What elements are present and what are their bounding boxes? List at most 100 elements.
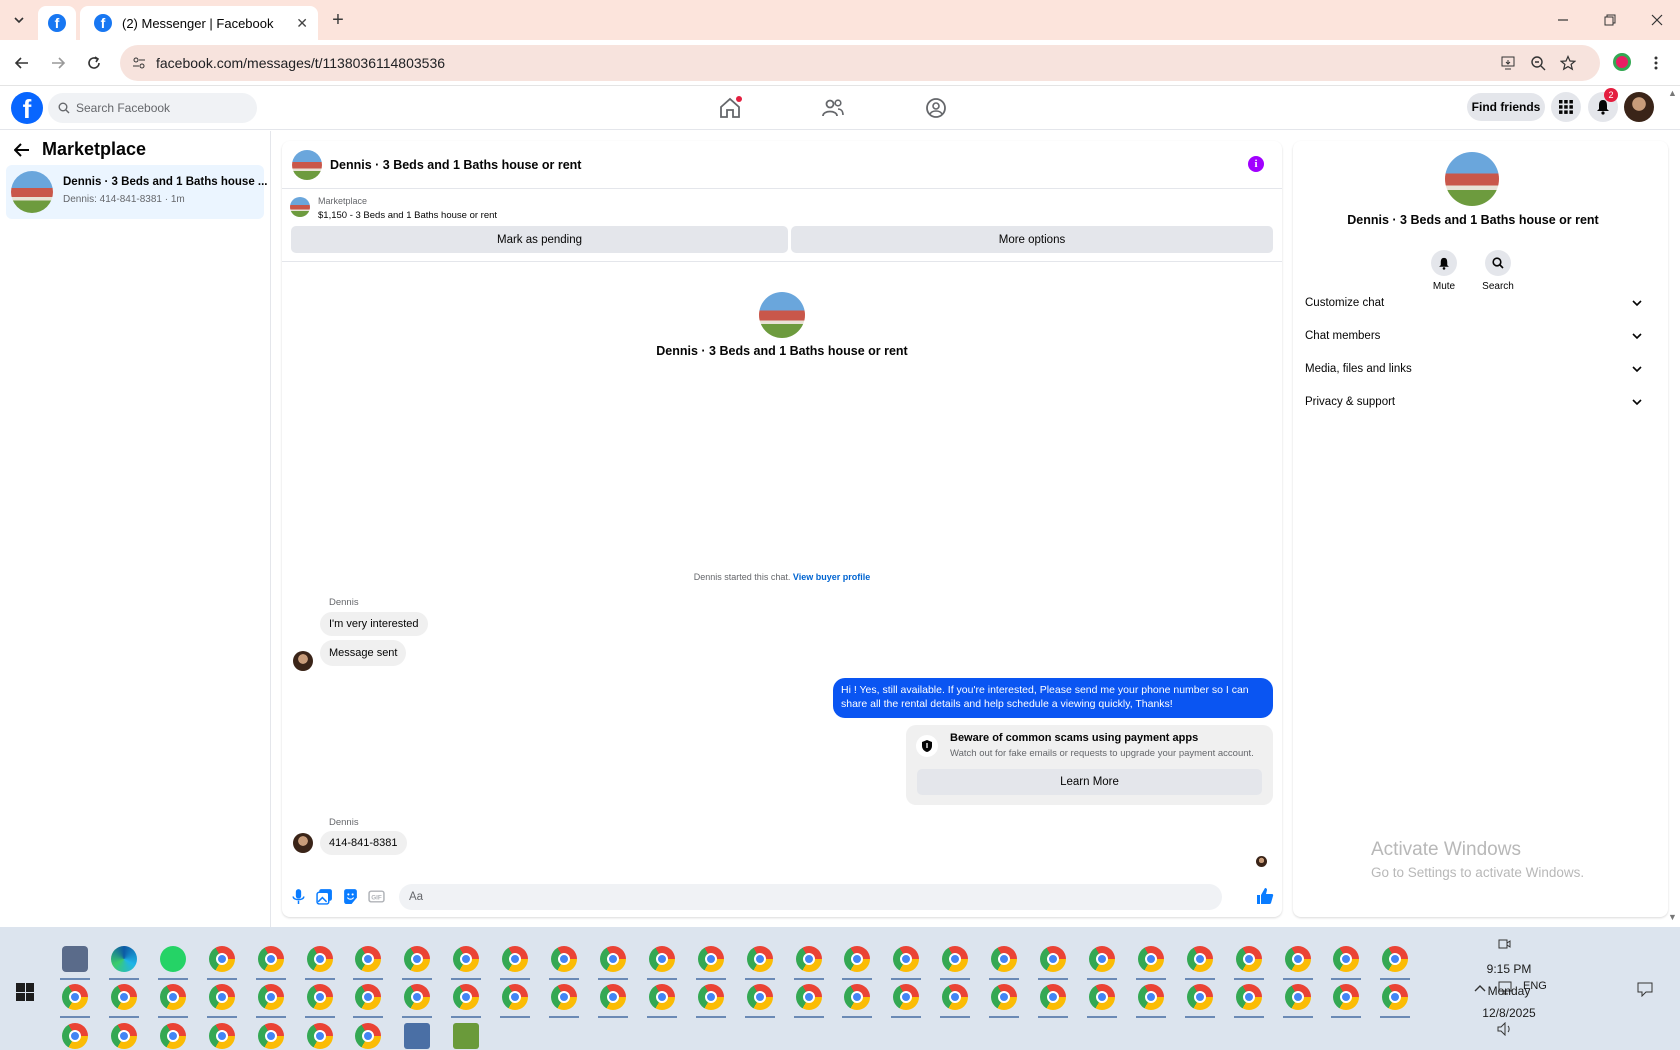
sender-avatar[interactable] xyxy=(293,651,313,671)
chrome-icon[interactable] xyxy=(942,984,969,1010)
chrome-icon[interactable] xyxy=(208,984,235,1010)
chrome-icon[interactable] xyxy=(453,946,480,972)
chrome-icon[interactable] xyxy=(306,1023,333,1049)
chrome-icon[interactable] xyxy=(502,984,529,1010)
customize-chat-section[interactable]: Customize chat xyxy=(1305,288,1642,318)
chrome-icon[interactable] xyxy=(1137,984,1164,1010)
chrome-icon[interactable] xyxy=(355,946,382,972)
mute-button[interactable]: Mute xyxy=(1419,250,1469,292)
tab-facebook[interactable]: f xyxy=(38,6,76,40)
scroll-down-arrow-icon[interactable]: ▼ xyxy=(1668,912,1677,922)
gif-icon[interactable]: GIF xyxy=(368,888,385,905)
chrome-icon[interactable] xyxy=(1186,946,1213,972)
chrome-icon[interactable] xyxy=(208,1023,235,1049)
chrome-icon[interactable] xyxy=(1137,946,1164,972)
chrome-icon[interactable] xyxy=(1186,984,1213,1010)
microphone-icon[interactable] xyxy=(290,888,307,905)
windows-start-icon[interactable] xyxy=(16,983,34,1001)
chrome-icon[interactable] xyxy=(62,1023,88,1049)
home-icon[interactable] xyxy=(718,96,742,120)
chrome-icon[interactable] xyxy=(648,984,675,1010)
tab-messenger[interactable]: f (2) Messenger | Facebook ✕ xyxy=(80,6,318,40)
clock[interactable]: 9:15 PM Monday 12/8/2025 xyxy=(1460,958,1558,1024)
whatsapp-icon[interactable] xyxy=(159,946,186,972)
chrome-icon[interactable] xyxy=(1235,946,1262,972)
learn-more-button[interactable]: Learn More xyxy=(917,769,1262,795)
chrome-icon[interactable] xyxy=(404,946,431,972)
install-app-icon[interactable] xyxy=(1500,55,1516,71)
find-friends-button[interactable]: Find friends xyxy=(1467,93,1545,121)
chrome-icon[interactable] xyxy=(1040,946,1066,972)
tab-list-button[interactable] xyxy=(8,10,30,30)
chrome-icon[interactable] xyxy=(1333,984,1360,1010)
conversation-item[interactable]: Dennis · 3 Beds and 1 Baths house ... De… xyxy=(6,165,268,219)
chat-title[interactable]: Dennis · 3 Beds and 1 Baths house or ren… xyxy=(330,158,581,172)
chrome-icon[interactable] xyxy=(551,946,577,972)
chrome-icon[interactable] xyxy=(599,946,626,972)
chrome-icon[interactable] xyxy=(1333,946,1360,972)
chrome-icon[interactable] xyxy=(306,946,333,972)
chrome-icon[interactable] xyxy=(795,984,822,1010)
menu-button[interactable] xyxy=(1551,92,1581,122)
chrome-icon[interactable] xyxy=(991,946,1018,972)
chrome-icon[interactable] xyxy=(355,984,382,1010)
facebook-logo-icon[interactable]: f xyxy=(11,92,43,124)
message-input[interactable]: Aa xyxy=(399,884,1329,913)
chat-thumbnail[interactable] xyxy=(292,150,322,180)
volume-icon[interactable] xyxy=(1497,1022,1513,1036)
close-tab-icon[interactable]: ✕ xyxy=(296,15,308,32)
reload-button[interactable] xyxy=(82,51,106,75)
chrome-icon[interactable] xyxy=(746,984,773,1010)
address-bar[interactable]: facebook.com/messages/t/1138036114803536 xyxy=(120,45,1600,81)
sender-avatar[interactable] xyxy=(293,833,313,853)
chrome-icon[interactable] xyxy=(502,946,529,972)
chrome-icon[interactable] xyxy=(62,984,88,1010)
zoom-icon[interactable] xyxy=(1530,55,1546,71)
profile-avatar[interactable] xyxy=(1624,92,1654,122)
chrome-icon[interactable] xyxy=(1235,984,1262,1010)
chrome-icon[interactable] xyxy=(648,946,675,972)
search-input[interactable]: Search Facebook xyxy=(48,93,257,123)
info-icon[interactable]: i xyxy=(1248,156,1264,172)
chrome-icon[interactable] xyxy=(208,946,235,972)
privacy-support-section[interactable]: Privacy & support xyxy=(1305,387,1642,417)
incoming-message[interactable]: 414-841-8381 xyxy=(320,831,407,855)
browser-menu-button[interactable] xyxy=(1646,51,1666,75)
chrome-icon[interactable] xyxy=(746,946,773,972)
bookmark-star-icon[interactable] xyxy=(1560,55,1576,71)
chrome-icon[interactable] xyxy=(453,984,480,1010)
mark-as-pending-button[interactable]: Mark as pending xyxy=(291,226,788,253)
listing-price-title[interactable]: $1,150 - 3 Beds and 1 Baths house or ren… xyxy=(318,210,497,221)
more-options-button[interactable]: More options xyxy=(791,226,1273,253)
chart-app-icon[interactable] xyxy=(453,1023,480,1049)
chrome-icon[interactable] xyxy=(306,984,333,1010)
meet-now-icon[interactable] xyxy=(1497,937,1511,951)
groups-icon[interactable] xyxy=(924,96,948,120)
chrome-icon[interactable] xyxy=(1382,946,1409,972)
chrome-icon[interactable] xyxy=(844,946,871,972)
minimize-button[interactable] xyxy=(1548,8,1578,32)
photo-icon[interactable] xyxy=(316,888,333,905)
back-arrow-icon[interactable] xyxy=(14,142,30,157)
chrome-icon[interactable] xyxy=(893,984,920,1010)
chrome-icon[interactable] xyxy=(991,984,1018,1010)
back-button[interactable] xyxy=(10,51,34,75)
media-files-links-section[interactable]: Media, files and links xyxy=(1305,354,1642,384)
chrome-icon[interactable] xyxy=(1284,984,1311,1010)
chrome-icon[interactable] xyxy=(599,984,626,1010)
chrome-icon[interactable] xyxy=(942,946,969,972)
chrome-icon[interactable] xyxy=(110,984,137,1010)
chrome-icon[interactable] xyxy=(110,1023,137,1049)
chrome-icon[interactable] xyxy=(257,984,284,1010)
scroll-up-arrow-icon[interactable]: ▲ xyxy=(1668,88,1677,98)
incoming-message[interactable]: Message sent xyxy=(320,640,407,666)
chrome-icon[interactable] xyxy=(404,984,431,1010)
app-icon[interactable] xyxy=(62,946,88,972)
calculator-icon[interactable] xyxy=(404,1023,431,1049)
chrome-icon[interactable] xyxy=(1284,946,1311,972)
chrome-icon[interactable] xyxy=(1088,946,1115,972)
chrome-icon[interactable] xyxy=(257,1023,284,1049)
chrome-icon[interactable] xyxy=(159,1023,186,1049)
view-buyer-profile-link[interactable]: View buyer profile xyxy=(793,572,870,582)
chrome-icon[interactable] xyxy=(551,984,577,1010)
